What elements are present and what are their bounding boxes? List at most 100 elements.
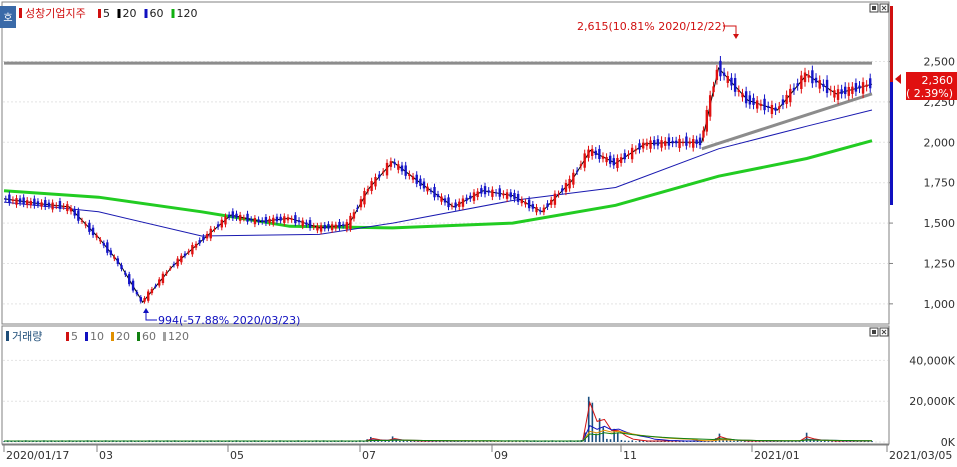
candle-body	[40, 202, 43, 207]
candle-body	[818, 80, 821, 89]
candle-body	[630, 147, 634, 160]
low-annotation-label: 994(-57.88% 2020/03/23)	[158, 314, 300, 327]
candle-body	[176, 258, 179, 267]
candle-body	[378, 174, 381, 178]
x-tick-label: 11	[623, 449, 637, 462]
candle-body	[524, 202, 527, 205]
candle-body	[272, 217, 275, 224]
candle-body	[202, 236, 205, 241]
candle-body	[246, 213, 249, 222]
candle-body	[187, 251, 190, 253]
candle-body	[220, 219, 223, 228]
candle-body	[131, 280, 135, 291]
candle-body	[641, 142, 645, 149]
volume-bar	[620, 439, 623, 442]
candle-body	[811, 70, 814, 84]
candle-body	[33, 198, 36, 206]
candle-body	[191, 245, 194, 255]
legend-label: 60	[150, 7, 164, 20]
volume-bar	[725, 440, 728, 442]
x-tick-label: 09	[494, 449, 508, 462]
candle-body	[235, 213, 238, 218]
candle-body	[476, 191, 479, 197]
candle-body	[483, 186, 487, 195]
candle-body	[535, 207, 538, 213]
candle-body	[323, 224, 326, 229]
x-tick-label: 2020/01/17	[6, 449, 69, 462]
x-tick-label: 03	[99, 449, 113, 462]
candle-body	[715, 69, 719, 80]
candle-body	[319, 225, 323, 232]
candle-body	[397, 164, 400, 170]
candle-body	[612, 158, 615, 166]
candle-body	[645, 142, 649, 147]
candle-body	[836, 89, 840, 100]
volume-bar	[733, 440, 735, 442]
candle-body	[752, 97, 755, 105]
candle-body	[671, 140, 674, 144]
candle-body	[116, 258, 120, 264]
x-tick-label: 2021/03/05	[889, 449, 952, 462]
legend-label: 20	[123, 7, 137, 20]
candle-body	[294, 215, 297, 224]
candle-body	[458, 201, 461, 207]
volume-legend-label: 60	[142, 330, 156, 343]
up-range-bar	[890, 6, 893, 82]
volume-bar	[606, 438, 608, 442]
candle-body	[695, 139, 698, 144]
candle-body	[726, 76, 729, 83]
candle-body	[627, 154, 630, 156]
chart-canvas[interactable]: 호 성창기업지주 5 20 60 120 2,615(10.81% 2020/12/2…	[0, 0, 957, 463]
volume-maximize-icon[interactable]	[869, 327, 879, 337]
candle-body	[733, 78, 737, 92]
background	[0, 0, 957, 463]
candle-body	[730, 77, 733, 86]
maximize-icon[interactable]	[869, 3, 879, 13]
candle-body	[785, 94, 788, 104]
candle-body	[608, 155, 612, 164]
legend-swatch	[171, 9, 175, 18]
volume-legend-label: 120	[168, 330, 189, 343]
candle-body	[748, 95, 752, 105]
candle-body	[389, 161, 393, 167]
stock-title: 성창기업지주	[25, 7, 86, 20]
candle-body	[667, 137, 671, 146]
candle-body	[854, 83, 858, 92]
volume-tick-label: 20,000K	[909, 395, 955, 408]
down-range-bar	[890, 82, 893, 205]
candle-body	[283, 216, 286, 223]
candle-body	[408, 174, 411, 177]
candle-body	[257, 219, 260, 223]
candle-body	[88, 222, 91, 232]
candle-body	[803, 72, 807, 83]
volume-bar	[399, 440, 401, 442]
candle-body	[411, 176, 415, 180]
candle-body	[858, 85, 861, 89]
candle-body	[705, 109, 709, 132]
candle-body	[844, 86, 847, 95]
candle-body	[660, 140, 663, 148]
candle-body	[781, 99, 785, 105]
volume-close-icon[interactable]	[879, 327, 889, 337]
close-icon[interactable]	[879, 3, 889, 13]
candle-body	[674, 140, 678, 144]
candle-body	[356, 207, 359, 209]
candle-body	[605, 157, 608, 163]
candle-body	[763, 98, 766, 111]
volume-bar	[740, 441, 743, 442]
candle-body	[385, 162, 389, 176]
candle-body	[415, 174, 418, 184]
price-tick-label: 1,750	[924, 177, 956, 190]
candle-body	[538, 210, 542, 212]
candle-body	[807, 74, 810, 78]
candle-body	[370, 181, 373, 191]
candle-body	[861, 82, 865, 94]
price-tick-label: 2,000	[924, 136, 956, 149]
candle-body	[443, 198, 447, 203]
candle-body	[598, 148, 601, 159]
candle-body	[702, 130, 705, 138]
candle-body	[18, 198, 22, 203]
candle-body	[770, 104, 774, 115]
candle-body	[634, 149, 638, 151]
candle-body	[796, 83, 799, 87]
